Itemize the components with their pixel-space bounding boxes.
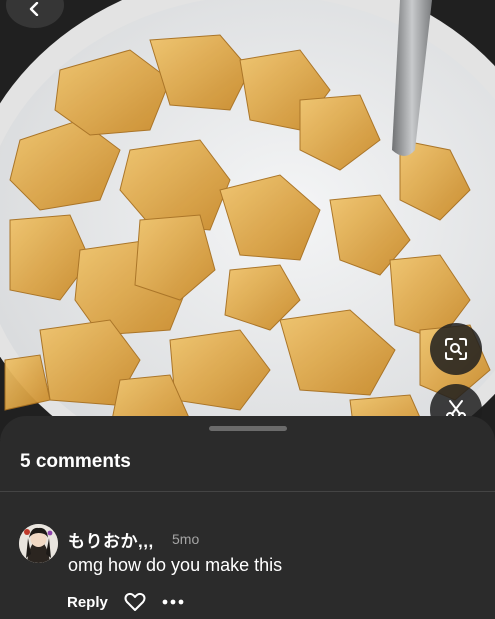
comment-username[interactable]: もりおか,,,	[68, 527, 154, 552]
avatar-image	[19, 524, 58, 563]
cereal-photo	[0, 0, 495, 440]
visual-search-button[interactable]	[430, 323, 482, 375]
more-options-button[interactable]	[162, 592, 186, 612]
comments-count-title: 5 comments	[20, 451, 131, 472]
chevron-left-icon	[29, 2, 39, 16]
comment-actions: Reply	[67, 588, 186, 616]
reply-button[interactable]: Reply	[67, 594, 108, 611]
comments-sheet[interactable]: 5 comments もりおか,,, 5mo omg how do you ma…	[0, 416, 495, 619]
avatar[interactable]	[19, 524, 58, 563]
more-horizontal-icon	[162, 599, 184, 605]
heart-outline-icon	[124, 592, 146, 611]
pin-image[interactable]	[0, 0, 495, 440]
comment-item: もりおか,,, 5mo omg how do you make this Rep…	[0, 522, 495, 619]
divider	[0, 491, 495, 492]
comment-text: omg how do you make this	[68, 555, 283, 575]
like-button[interactable]	[124, 592, 146, 612]
visual-search-icon	[445, 338, 467, 360]
sheet-drag-handle[interactable]	[209, 426, 287, 431]
comment-timestamp: 5mo	[172, 531, 200, 547]
